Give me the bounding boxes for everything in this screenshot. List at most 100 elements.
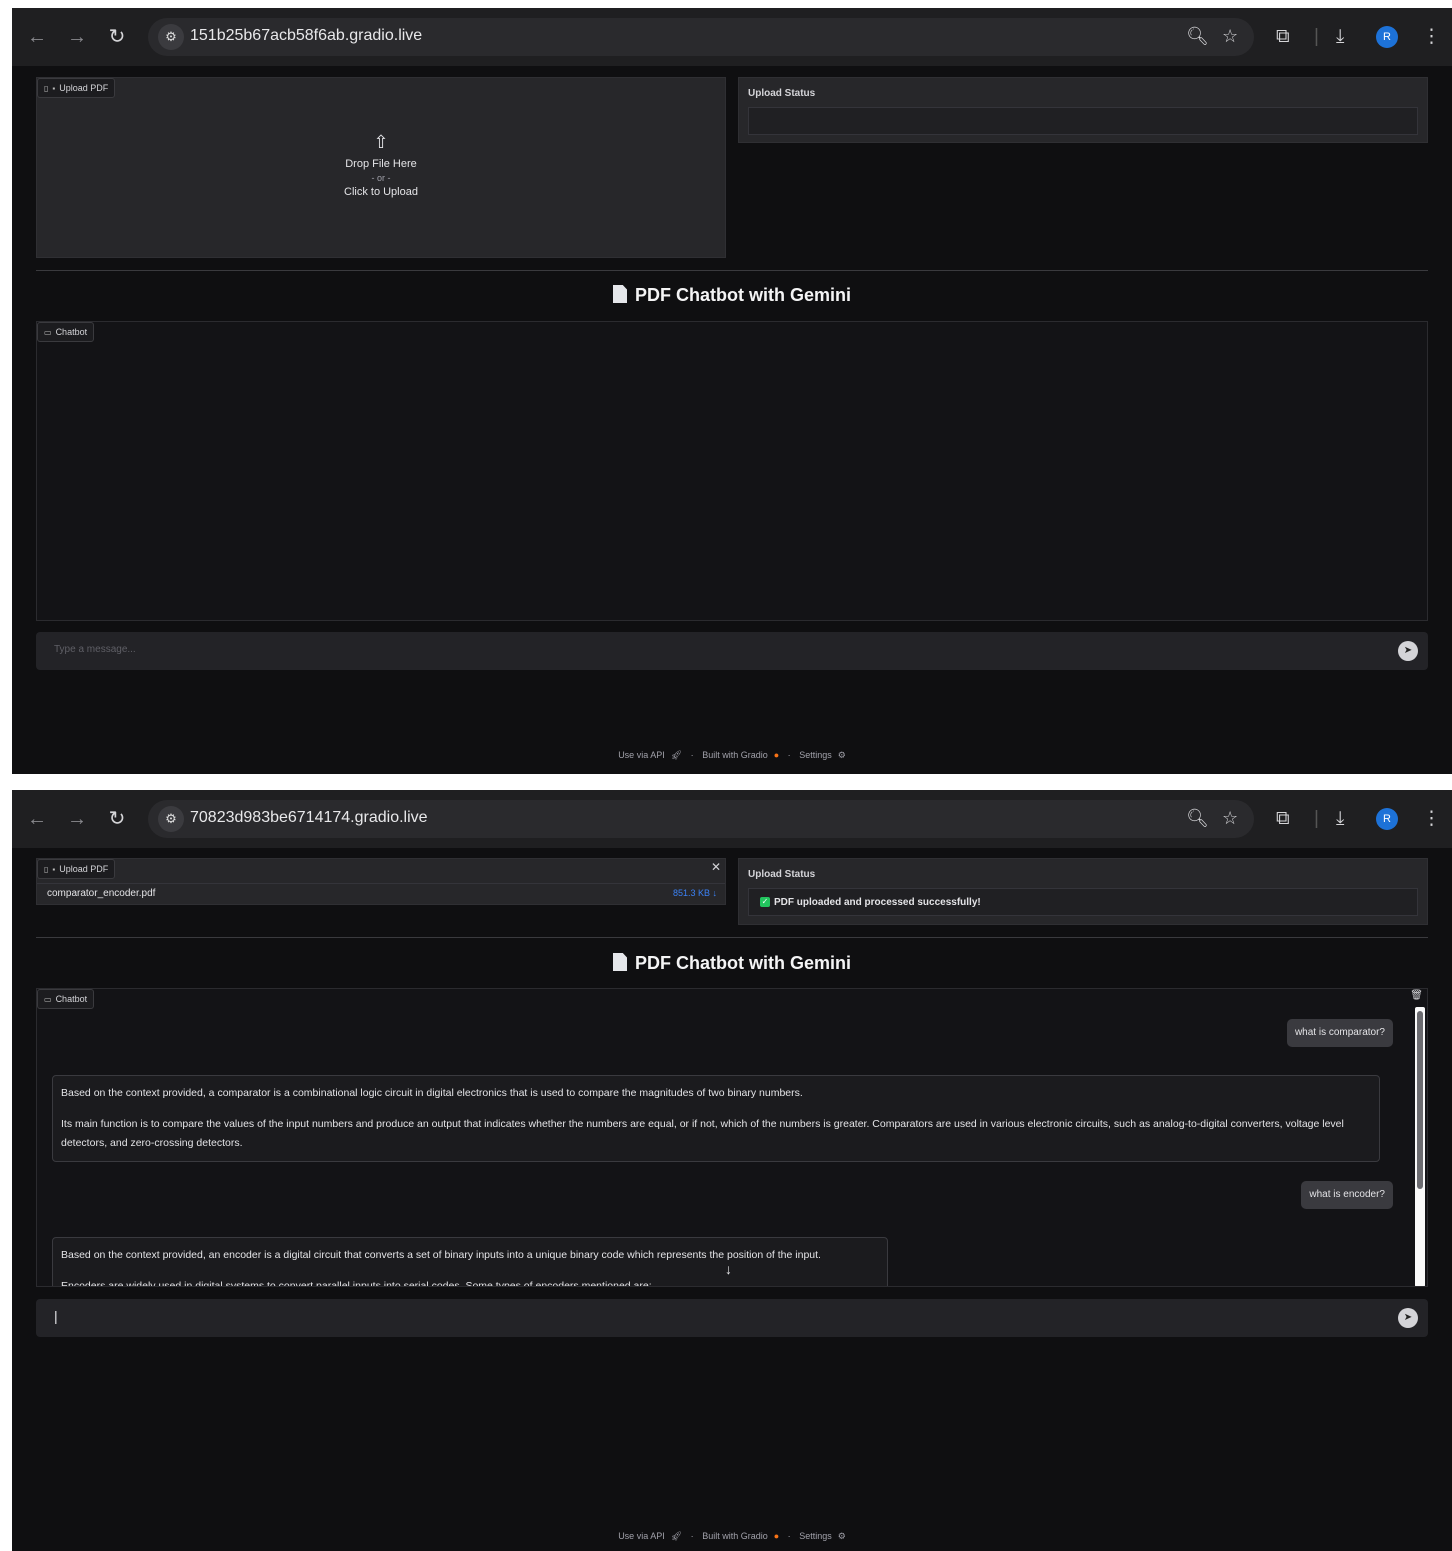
- page-title-text: PDF Chatbot with Gemini: [635, 285, 851, 305]
- upload-status-panel: Upload Status ✓ PDF uploaded and process…: [738, 858, 1428, 925]
- dropzone[interactable]: ⇧ Drop File Here - or - Click to Upload: [37, 132, 725, 198]
- bookmark-star-icon[interactable]: ☆: [1222, 808, 1238, 829]
- upload-status-label: Upload Status: [748, 88, 816, 99]
- chatbot-panel: ▭ Chatbot: [36, 321, 1428, 621]
- footer-dot: ·: [787, 1531, 791, 1541]
- upload-status-value: PDF uploaded and processed successfully!: [774, 897, 981, 908]
- clear-chat-trash-icon[interactable]: 🗑︎: [1410, 990, 1423, 1001]
- forward-icon[interactable]: →: [64, 806, 90, 832]
- chat-scrollbar[interactable]: [1415, 1007, 1425, 1286]
- site-info-icon[interactable]: ⚙: [158, 24, 184, 50]
- back-icon[interactable]: ←: [24, 24, 50, 50]
- upload-pdf-label: Upload PDF: [59, 83, 109, 93]
- chatbot-chip: ▭ Chatbot: [37, 322, 95, 342]
- downloads-icon[interactable]: ⤓: [1336, 807, 1344, 831]
- user-message: what is encoder?: [1301, 1181, 1393, 1209]
- extensions-icon[interactable]: ⧉: [1276, 25, 1290, 49]
- bot-paragraph: Its main function is to compare the valu…: [61, 1118, 1344, 1149]
- drop-file-text: Drop File Here: [345, 158, 417, 170]
- uploaded-file-name[interactable]: comparator_encoder.pdf: [47, 888, 155, 899]
- zoom-icon[interactable]: 🔍︎: [1186, 26, 1209, 47]
- upload-arrow-icon: ⇧: [373, 132, 389, 152]
- url-text[interactable]: 151b25b67acb58f6ab.gradio.live: [190, 27, 422, 45]
- bot-paragraph: Based on the context provided, a compara…: [61, 1087, 803, 1099]
- reload-icon[interactable]: ↻: [104, 806, 130, 832]
- user-message: what is comparator?: [1286, 1019, 1393, 1047]
- back-icon[interactable]: ←: [24, 806, 50, 832]
- bookmark-star-icon[interactable]: ☆: [1222, 26, 1238, 47]
- gear-icon: ⚙: [837, 750, 846, 760]
- settings-link[interactable]: Settings: [799, 750, 832, 760]
- use-via-api-link[interactable]: Use via API: [618, 750, 665, 760]
- upload-pdf-chip: ▯ ▪ Upload PDF: [37, 859, 116, 879]
- file-icon: ▯: [44, 865, 49, 874]
- click-to-upload-text: Click to Upload: [344, 186, 418, 198]
- zoom-icon[interactable]: 🔍︎: [1186, 808, 1209, 829]
- forward-icon[interactable]: →: [64, 24, 90, 50]
- chatbot-label: Chatbot: [55, 327, 88, 337]
- message-placeholder: Type a message...: [54, 644, 136, 655]
- url-text[interactable]: 70823d983be6714174.gradio.live: [190, 809, 428, 827]
- built-with-gradio-link[interactable]: Built with Gradio: [702, 1531, 768, 1541]
- screenshot-after-upload: ← → ↻ ⚙ 70823d983be6714174.gradio.live 🔍…: [12, 790, 1452, 1551]
- toolbar-separator: |: [1314, 808, 1319, 829]
- footer-dot: ·: [690, 1531, 694, 1541]
- upload-status-label: Upload Status: [748, 869, 816, 880]
- site-info-icon[interactable]: ⚙: [158, 806, 184, 832]
- rocket-icon: 🚀︎: [670, 1531, 683, 1541]
- profile-avatar[interactable]: R: [1376, 26, 1398, 48]
- built-with-gradio-link[interactable]: Built with Gradio: [702, 750, 768, 760]
- uploaded-file-row[interactable]: comparator_encoder.pdf 851.3 KB ↓: [37, 883, 725, 906]
- gear-icon: ⚙: [837, 1531, 846, 1541]
- gradio-logo-icon: ●: [773, 750, 780, 760]
- uploaded-file-size[interactable]: 851.3 KB ↓: [673, 888, 717, 898]
- rocket-icon: 🚀︎: [670, 750, 683, 760]
- use-via-api-link[interactable]: Use via API: [618, 1531, 665, 1541]
- toolbar-separator: |: [1314, 26, 1319, 47]
- send-icon[interactable]: ➤: [1398, 641, 1418, 661]
- downloads-icon[interactable]: ⤓: [1336, 25, 1344, 49]
- send-icon[interactable]: ➤: [1398, 1308, 1418, 1328]
- bot-message: Based on the context provided, an encode…: [52, 1237, 888, 1287]
- footer-dot: ·: [690, 750, 694, 760]
- footer: Use via API 🚀︎ · Built with Gradio ● · Set…: [12, 750, 1452, 761]
- chatbot-chip: ▭ Chatbot: [37, 989, 95, 1009]
- scroll-to-bottom-icon[interactable]: ↓: [725, 1261, 732, 1277]
- chatbot-panel: ▭ Chatbot 🗑︎ what is comparator? Based on…: [36, 988, 1428, 1287]
- address-bar[interactable]: ⚙ 151b25b67acb58f6ab.gradio.live 🔍︎ ☆: [148, 18, 1254, 56]
- page-title: PDF Chatbot with Gemini: [12, 285, 1452, 306]
- message-input-cursor[interactable]: |: [54, 1308, 58, 1324]
- address-bar[interactable]: ⚙ 70823d983be6714174.gradio.live 🔍︎ ☆: [148, 800, 1254, 838]
- upload-status-panel: Upload Status: [738, 77, 1428, 143]
- scroll-thumb[interactable]: [1417, 1011, 1423, 1189]
- or-text: - or -: [371, 173, 391, 183]
- message-input[interactable]: Type a message... ➤: [36, 632, 1428, 670]
- browser-toolbar: ← → ↻ ⚙ 70823d983be6714174.gradio.live 🔍…: [12, 790, 1452, 848]
- chat-icon: ▭: [44, 995, 52, 1004]
- settings-link[interactable]: Settings: [799, 1531, 832, 1541]
- pdf-icon: ▪: [52, 865, 56, 874]
- document-icon: [613, 953, 627, 971]
- pdf-icon: ▪: [52, 84, 56, 93]
- upload-pdf-panel: ▯ ▪ Upload PDF ✕ comparator_encoder.pdf 85…: [36, 858, 726, 905]
- browser-toolbar: ← → ↻ ⚙ 151b25b67acb58f6ab.gradio.live 🔍…: [12, 8, 1452, 66]
- clear-file-icon[interactable]: ✕: [711, 860, 721, 874]
- file-icon: ▯: [44, 84, 49, 93]
- check-icon: ✓: [760, 897, 770, 907]
- profile-avatar[interactable]: R: [1376, 808, 1398, 830]
- bot-paragraph: Encoders are widely used in digital syst…: [61, 1280, 652, 1287]
- reload-icon[interactable]: ↻: [104, 24, 130, 50]
- upload-pdf-panel[interactable]: ▯ ▪ Upload PDF ⇧ Drop File Here - or - Cli…: [36, 77, 726, 258]
- bot-message: Based on the context provided, a compara…: [52, 1075, 1380, 1162]
- menu-kebab-icon[interactable]: ⋮: [1422, 25, 1441, 49]
- menu-kebab-icon[interactable]: ⋮: [1422, 807, 1441, 831]
- divider: [36, 937, 1428, 938]
- page-title-text: PDF Chatbot with Gemini: [635, 953, 851, 973]
- upload-status-field: [748, 107, 1418, 135]
- chatbot-label: Chatbot: [55, 994, 88, 1004]
- message-input[interactable]: | ➤: [36, 1299, 1428, 1337]
- gradio-logo-icon: ●: [773, 1531, 780, 1541]
- extensions-icon[interactable]: ⧉: [1276, 807, 1290, 831]
- screenshot-before-upload: ← → ↻ ⚙ 151b25b67acb58f6ab.gradio.live 🔍…: [12, 8, 1452, 774]
- footer-dot: ·: [787, 750, 791, 760]
